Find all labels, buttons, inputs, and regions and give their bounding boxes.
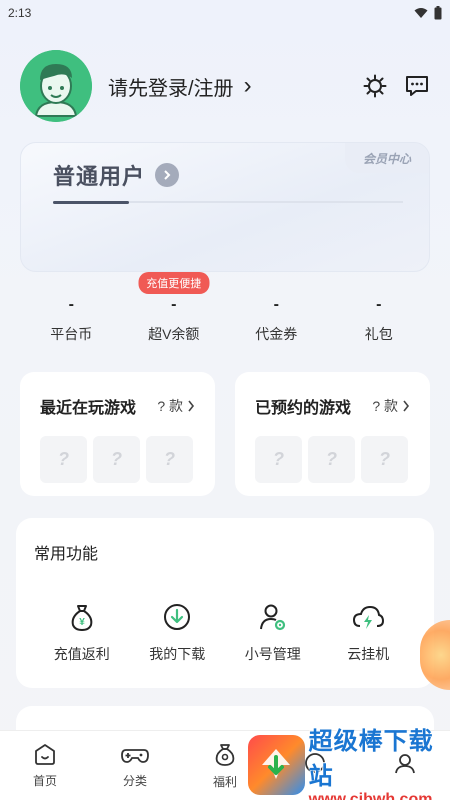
messages-button[interactable] [404,73,430,99]
cloud-bolt-icon [351,600,385,634]
stat-label: 平台币 [50,326,93,342]
function-cloud-hosting[interactable]: 云挂机 [321,600,417,664]
count-text: ? 款 [157,398,183,414]
watermark-text: 超级棒下载站 www.cjbwh.com [309,721,450,800]
stat-value: - [376,296,382,313]
function-my-downloads[interactable]: 我的下载 [130,600,226,664]
status-bar: 2:13 [0,0,450,26]
game-slot[interactable]: ? [93,436,140,483]
function-sub-account[interactable]: 小号管理 [225,600,321,664]
nav-label: 福利 [212,775,237,789]
stat-super-v-balance[interactable]: 充值更便捷 - 超V余额 [123,272,226,344]
wifi-icon [414,8,428,18]
member-progress-fill [53,201,129,204]
card-header: 最近在玩游戏 ? 款 [40,394,195,418]
gamepad-icon [121,749,149,763]
game-slots: ? ? ? [40,436,195,483]
member-center-link[interactable]: 会员中心 [345,143,429,173]
header-actions [362,73,430,99]
stat-value: - [171,296,177,313]
stat-platform-coin[interactable]: - 平台币 [20,296,123,344]
card-title: 最近在玩游戏 [40,400,137,417]
watermark-title: 超级棒下载站 [308,728,434,790]
reserved-games-card[interactable]: 已预约的游戏 ? 款 ? ? ? [235,372,430,496]
login-register-link[interactable]: 请先登录/注册 › [108,72,252,101]
section-title: 常用功能 [34,546,99,563]
game-slot[interactable]: ? [255,436,302,483]
game-slot[interactable]: ? [146,436,193,483]
member-level-label: 普通用户 [53,164,146,189]
battery-icon [434,6,442,20]
chevron-right-icon [403,400,410,412]
download-icon [160,600,194,634]
account-stats: - 平台币 充值更便捷 - 超V余额 - 代金券 - 礼包 [20,272,431,344]
count-text: ? 款 [372,398,398,414]
function-label: 云挂机 [347,646,390,662]
stat-label: 礼包 [364,326,393,342]
nav-label: 分类 [122,774,147,788]
user-gear-icon [256,600,290,634]
watermark: 超级棒下载站 www.cjbwh.com [248,728,450,800]
settings-button[interactable] [362,73,388,99]
stat-value: - [68,296,74,313]
stat-label: 代金券 [255,326,298,342]
function-label: 我的下载 [149,646,206,662]
login-label: 请先登录/注册 [108,77,234,100]
member-card[interactable]: 会员中心 普通用户 [20,142,430,272]
status-icons [414,6,442,20]
status-time: 2:13 [8,6,32,20]
card-header: 已预约的游戏 ? 款 [255,394,410,418]
watermark-logo-icon [248,735,305,795]
stat-gift-pack[interactable]: - 礼包 [328,296,431,344]
game-slots: ? ? ? [255,436,410,483]
game-slot[interactable]: ? [361,436,408,483]
game-slot[interactable]: ? [40,436,87,483]
profile-header: 请先登录/注册 › [20,50,430,122]
game-cards: 最近在玩游戏 ? 款 ? ? ? 已预约的游戏 ? 款 ? ? ? [20,372,430,496]
nav-label: 首页 [32,774,57,788]
stat-value: - [273,296,279,313]
avatar[interactable] [20,50,92,122]
chevron-right-icon [188,400,195,412]
chevron-right-icon: › [243,72,252,99]
gift-bag-icon [215,744,235,766]
game-slot[interactable]: ? [308,436,355,483]
svg-text:¥: ¥ [79,617,85,628]
stat-voucher[interactable]: - 代金券 [225,296,328,344]
function-grid: ¥ 充值返利 我的下载 小号管理 云挂机 [34,600,416,664]
card-count: ? 款 [372,396,410,416]
watermark-url: www.cjbwh.com [308,791,433,800]
gear-icon [363,74,387,98]
card-count: ? 款 [157,396,195,416]
home-icon [35,744,55,765]
recharge-badge[interactable]: 充值更便捷 [138,272,210,294]
message-icon [406,76,428,96]
function-label: 小号管理 [244,646,301,662]
function-recharge-rebate[interactable]: ¥ 充值返利 [34,600,130,664]
function-label: 充值返利 [53,646,110,662]
member-progress-track [53,201,403,204]
member-arrow-icon[interactable] [155,163,180,187]
money-bag-icon: ¥ [65,600,99,634]
common-functions-card: 常用功能 ¥ 充值返利 我的下载 小号管理 云挂机 [16,518,434,688]
card-title: 已预约的游戏 [255,400,352,417]
recent-games-card[interactable]: 最近在玩游戏 ? 款 ? ? ? [20,372,215,496]
stat-label: 超V余额 [148,326,200,342]
nav-home[interactable]: 首页 [0,742,90,789]
nav-category[interactable]: 分类 [90,742,180,789]
avatar-face-icon [20,50,92,122]
member-level: 普通用户 [53,159,180,191]
